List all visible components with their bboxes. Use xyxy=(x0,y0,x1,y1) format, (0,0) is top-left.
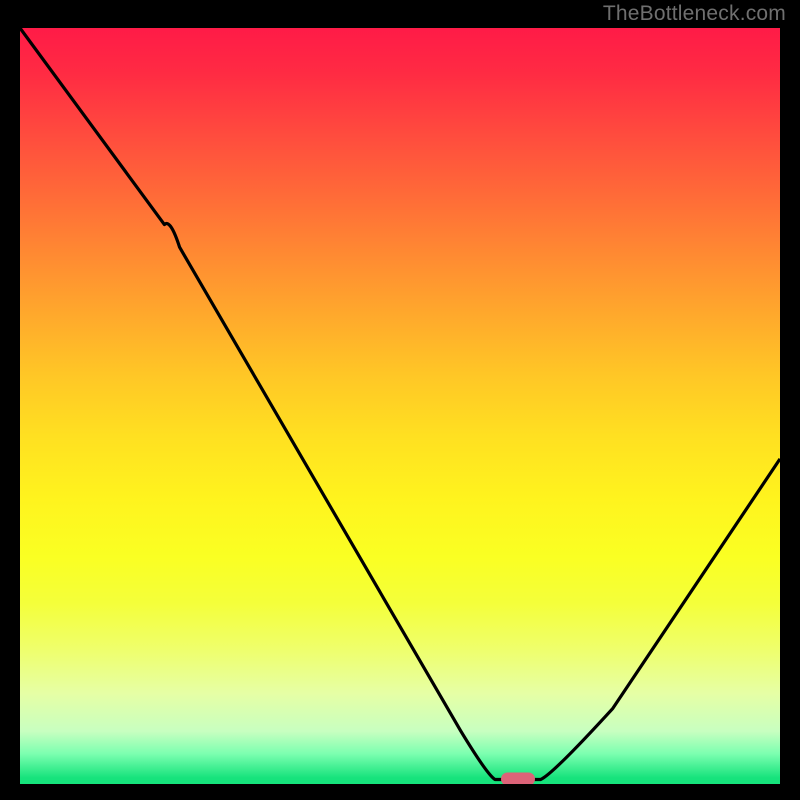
watermark-text: TheBottleneck.com xyxy=(603,2,786,26)
bottleneck-curve xyxy=(20,28,780,784)
plot-area xyxy=(20,28,780,784)
optimum-marker xyxy=(501,773,535,784)
